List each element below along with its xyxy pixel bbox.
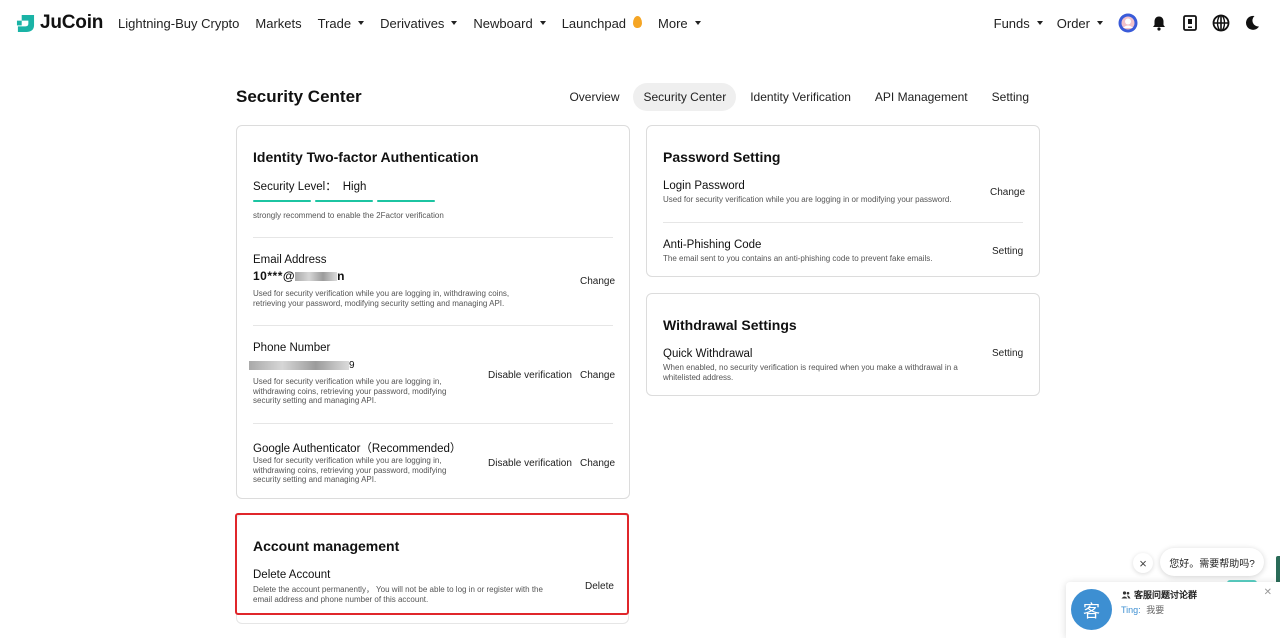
nav-label: Order <box>1056 15 1090 31</box>
redacted-block <box>249 361 349 370</box>
nav-trade[interactable]: Trade <box>317 15 365 31</box>
dark-mode-moon-icon[interactable] <box>1242 13 1262 33</box>
chat-group-name: 客服问题讨论群 <box>1121 588 1197 601</box>
caret-down-icon <box>451 21 458 25</box>
google-auth-desc: Used for security verification while you… <box>253 456 447 484</box>
nav-label: Launchpad <box>561 15 627 31</box>
caret-down-icon <box>694 21 701 25</box>
chat-panel[interactable]: 客 客服问题讨论群 Ting: 我要 ✕ <box>1066 582 1280 638</box>
nav-lightning-buy[interactable]: Lightning-Buy Crypto <box>118 16 239 31</box>
page-title: Security Center <box>236 87 362 106</box>
anti-phishing-setting-button[interactable]: Setting <box>992 246 1023 257</box>
account-tabs: Overview Security Center Identity Verifi… <box>555 83 1039 111</box>
nav-launchpad[interactable]: Launchpad <box>561 15 643 31</box>
email-masked-value: 10***@ n <box>253 269 344 283</box>
nav-label: Newboard <box>473 15 533 31</box>
phone-masked-tail: 9 <box>349 360 355 371</box>
main-menu: Lightning-Buy Crypto Markets Trade Deriv… <box>118 0 717 46</box>
google-change-button[interactable]: Change <box>580 458 615 469</box>
chat-greeting-bubble[interactable]: 您好。需要帮助吗? <box>1160 548 1264 576</box>
nav-right-tools: Funds Order <box>994 0 1262 46</box>
divider <box>253 237 613 238</box>
nav-label: Markets <box>255 15 302 31</box>
divider <box>253 423 613 424</box>
highlight-box <box>235 513 629 615</box>
group-users-icon <box>1121 590 1131 598</box>
nav-funds[interactable]: Funds <box>994 16 1043 31</box>
security-level: Security Level： High <box>253 178 366 194</box>
caret-down-icon <box>358 21 365 25</box>
google-disable-verification-button[interactable]: Disable verification <box>488 458 572 469</box>
security-hint: strongly recommend to enable the 2Factor… <box>253 211 444 220</box>
phone-disable-verification-button[interactable]: Disable verification <box>488 370 572 381</box>
two-factor-card: Identity Two-factor Authentication Secur… <box>236 125 630 499</box>
chat-message-text: 我要 <box>1146 605 1165 615</box>
top-navigation: JuCoin Lightning-Buy Crypto Markets Trad… <box>0 0 1280 46</box>
withdrawal-settings-card: Withdrawal Settings Quick Withdrawal Whe… <box>646 293 1040 396</box>
jucoin-logo-icon <box>16 14 35 32</box>
jucoin-logo[interactable]: JuCoin <box>16 12 103 34</box>
brand-name: JuCoin <box>40 12 104 33</box>
download-app-icon[interactable] <box>1180 13 1200 33</box>
security-level-label: Security Level： <box>253 181 337 193</box>
caret-down-icon <box>1097 21 1103 25</box>
tab-api-management[interactable]: API Management <box>865 83 978 111</box>
nav-label: Trade <box>317 15 352 31</box>
quick-withdrawal-setting-button[interactable]: Setting <box>992 348 1023 359</box>
chat-avatar: 客 <box>1071 589 1112 630</box>
nav-markets[interactable]: Markets <box>255 16 301 31</box>
quick-withdrawal-title: Quick Withdrawal <box>663 348 753 360</box>
language-globe-icon[interactable] <box>1211 13 1231 33</box>
bell-icon[interactable] <box>1149 13 1169 33</box>
password-setting-title: Password Setting <box>663 149 781 165</box>
flame-icon <box>633 16 643 28</box>
tab-setting[interactable]: Setting <box>982 83 1039 111</box>
quick-withdrawal-desc: When enabled, no security verification i… <box>663 363 958 382</box>
login-password-desc: Used for security verification while you… <box>663 195 952 204</box>
user-avatar-icon[interactable] <box>1118 13 1138 33</box>
tab-overview[interactable]: Overview <box>559 83 629 111</box>
phone-masked-value: 9 <box>249 360 355 371</box>
nav-order[interactable]: Order <box>1057 16 1103 31</box>
phone-desc: Used for security verification while you… <box>253 377 447 405</box>
anti-phishing-desc: The email sent to you contains an anti-p… <box>663 254 933 263</box>
nav-derivatives[interactable]: Derivatives <box>380 15 458 31</box>
nav-label: Funds <box>993 15 1030 31</box>
email-title: Email Address <box>253 254 327 266</box>
google-auth-title: Google Authenticator（Recommended） <box>253 443 462 455</box>
email-masked-tail: n <box>337 269 345 283</box>
nav-newboard[interactable]: Newboard <box>473 15 546 31</box>
tab-security-center[interactable]: Security Center <box>633 83 737 111</box>
anti-phishing-title: Anti-Phishing Code <box>663 239 762 251</box>
chat-sender: Ting: <box>1121 605 1141 615</box>
password-setting-card: Password Setting Login Password Used for… <box>646 125 1040 277</box>
security-level-bar <box>377 200 435 202</box>
withdrawal-settings-title: Withdrawal Settings <box>663 317 797 333</box>
caret-down-icon <box>539 21 546 25</box>
chat-last-message: Ting: 我要 <box>1121 603 1164 616</box>
email-change-button[interactable]: Change <box>580 276 615 287</box>
phone-change-button[interactable]: Change <box>580 370 615 381</box>
nav-label: Derivatives <box>380 15 445 31</box>
divider <box>663 222 1023 223</box>
redacted-block <box>295 271 338 281</box>
divider <box>253 325 613 326</box>
chat-close-icon[interactable]: × <box>1133 553 1153 573</box>
login-password-change-button[interactable]: Change <box>990 187 1025 198</box>
email-desc: Used for security verification while you… <box>253 289 510 308</box>
security-level-value: High <box>342 181 367 193</box>
phone-title: Phone Number <box>253 342 331 354</box>
login-password-title: Login Password <box>663 180 745 192</box>
security-level-bar <box>315 200 373 202</box>
security-level-bar <box>253 200 311 202</box>
nav-label: More <box>658 15 688 31</box>
tab-identity-verification[interactable]: Identity Verification <box>740 83 861 111</box>
two-factor-title: Identity Two-factor Authentication <box>253 149 479 165</box>
chat-panel-close-icon[interactable]: ✕ <box>1264 587 1272 598</box>
chat-group-label: 客服问题讨论群 <box>1134 590 1198 600</box>
caret-down-icon <box>1036 21 1043 25</box>
email-masked-text: 10***@ <box>253 269 296 283</box>
nav-label: Lightning-Buy Crypto <box>118 15 240 31</box>
nav-more[interactable]: More <box>658 16 701 31</box>
